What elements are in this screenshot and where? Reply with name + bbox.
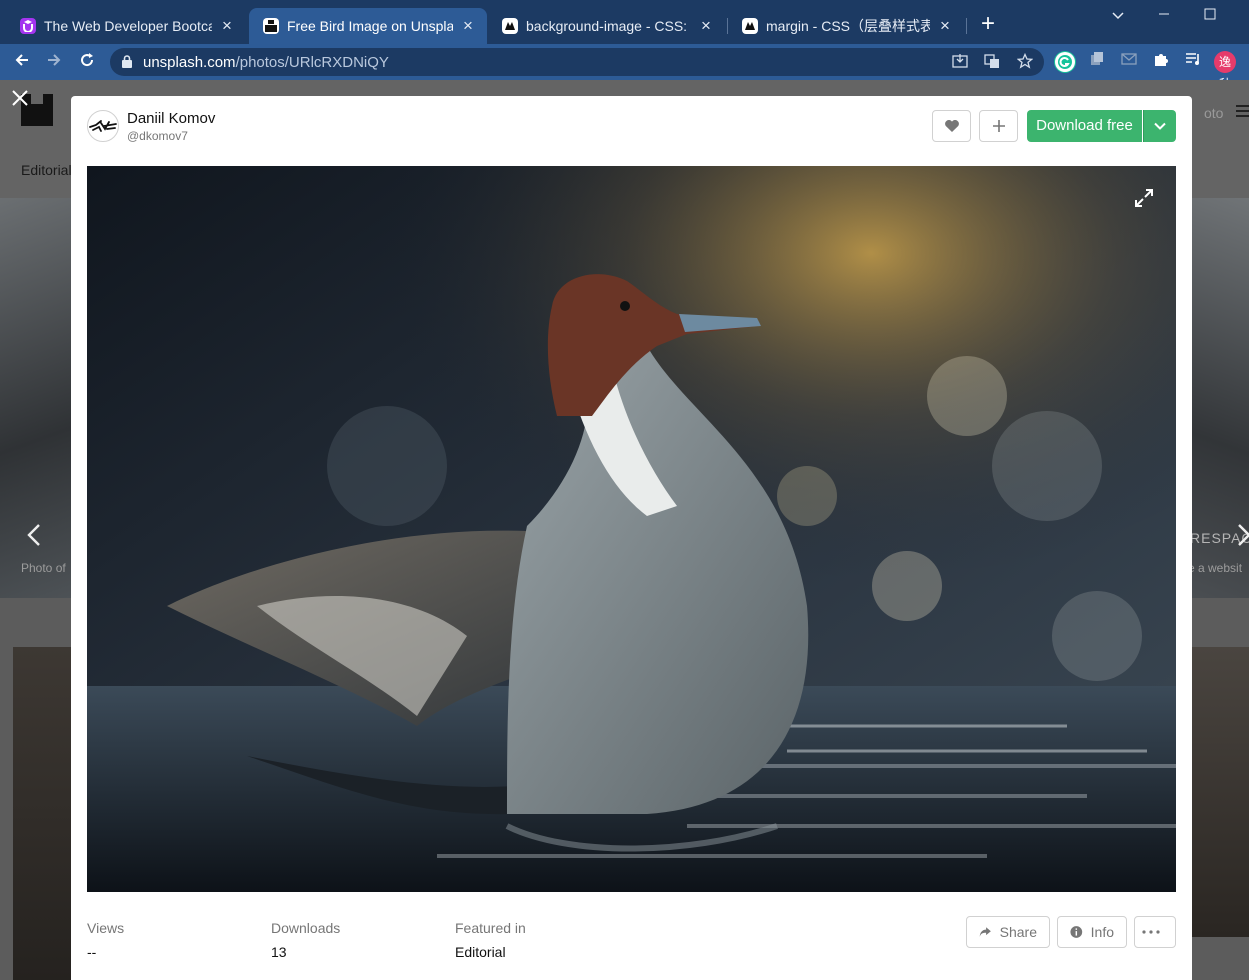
- mdn-icon: [742, 18, 758, 34]
- photo-image[interactable]: [87, 166, 1176, 892]
- pintail-duck-photo: [87, 166, 1176, 892]
- browser-toolbar: unsplash.com/photos/URlcRXDNiQY 逸秋: [0, 44, 1249, 91]
- tab-web-developer-bootcamp[interactable]: The Web Developer Bootcamp ×: [6, 8, 246, 44]
- tab-margin-mdn[interactable]: margin - CSS（层叠样式表）| M ×: [728, 8, 964, 44]
- stat-label: Downloads: [271, 920, 341, 936]
- url-host: unsplash.com: [143, 54, 236, 71]
- close-modal-icon[interactable]: [9, 88, 31, 110]
- stat-value: 13: [271, 944, 287, 960]
- nav-item-editorial: Editorial: [21, 162, 72, 178]
- stat-value: --: [87, 944, 97, 960]
- plus-icon: [992, 120, 1005, 132]
- share-label: Share: [999, 924, 1037, 940]
- add-to-collection-button[interactable]: [979, 110, 1018, 142]
- stat-downloads: Downloads 13: [271, 920, 340, 960]
- url-path: /photos/URlcRXDNiQY: [235, 54, 389, 71]
- stat-featured-in: Featured in Editorial: [455, 920, 526, 960]
- profile-avatar[interactable]: 逸秋: [1214, 51, 1236, 91]
- reading-list-icon[interactable]: [1182, 51, 1204, 73]
- extension-copy-icon[interactable]: [1086, 51, 1108, 73]
- udemy-icon: [20, 18, 36, 34]
- lock-icon: [122, 55, 132, 68]
- tab-close-icon[interactable]: ×: [936, 17, 954, 35]
- grammarly-icon[interactable]: [1054, 51, 1076, 73]
- tab-close-icon[interactable]: ×: [459, 17, 477, 35]
- browser-tab-strip: The Web Developer Bootcamp × Free Bird I…: [0, 0, 1249, 44]
- tab-free-bird-image[interactable]: Free Bird Image on Unsplash ×: [249, 8, 487, 44]
- background-caption-right: e a websit: [1188, 561, 1243, 575]
- share-icon: [979, 927, 991, 937]
- info-icon: [1070, 926, 1083, 938]
- chevron-down-icon: [1154, 122, 1166, 130]
- translate-icon[interactable]: [983, 53, 1001, 71]
- address-bar[interactable]: unsplash.com/photos/URlcRXDNiQY: [110, 48, 1044, 76]
- menu-icon: [1236, 104, 1249, 120]
- author-block[interactable]: Daniil Komov @dkomov7: [87, 108, 215, 144]
- expand-icon[interactable]: [1134, 188, 1154, 208]
- featured-in-link[interactable]: Editorial: [455, 944, 526, 960]
- tab-close-icon[interactable]: ×: [697, 17, 715, 35]
- stat-label: Featured in: [455, 920, 526, 936]
- stat-views: Views --: [87, 920, 124, 960]
- extension-mail-icon[interactable]: [1118, 51, 1140, 73]
- more-icon: [1142, 930, 1160, 934]
- reload-button[interactable]: [75, 50, 99, 74]
- more-actions-button[interactable]: [1134, 916, 1176, 948]
- tab-background-image-mdn[interactable]: background-image - CSS: Casc ×: [488, 8, 725, 44]
- photo-modal: Daniil Komov @dkomov7 Download free View…: [71, 96, 1192, 980]
- tab-title: Free Bird Image on Unsplash: [287, 18, 453, 34]
- tab-title: background-image - CSS: Casc: [526, 18, 691, 34]
- tab-title: margin - CSS（层叠样式表）| M: [766, 18, 930, 34]
- forward-button[interactable]: [42, 50, 66, 74]
- heart-icon: [944, 120, 959, 132]
- background-header-text: oto: [1204, 105, 1224, 121]
- background-caption-left: Photo of: [21, 561, 66, 575]
- mdn-icon: [502, 18, 518, 34]
- download-free-button[interactable]: Download free: [1027, 110, 1142, 142]
- tab-close-icon[interactable]: ×: [218, 17, 236, 35]
- back-button[interactable]: [10, 50, 34, 74]
- author-handle[interactable]: @dkomov7: [127, 129, 215, 143]
- next-photo-arrow-icon[interactable]: [1232, 516, 1249, 556]
- info-button[interactable]: Info: [1057, 916, 1127, 948]
- install-app-icon[interactable]: [951, 53, 969, 71]
- background-photo-tile: [13, 647, 72, 980]
- tab-separator: [966, 18, 967, 34]
- minimize-button[interactable]: [1141, 2, 1187, 30]
- url-text: unsplash.com/photos/URlcRXDNiQY: [143, 54, 389, 71]
- info-label: Info: [1090, 924, 1114, 940]
- extensions-puzzle-icon[interactable]: [1150, 51, 1172, 73]
- previous-photo-arrow-icon[interactable]: [22, 516, 46, 556]
- stat-label: Views: [87, 920, 125, 936]
- download-options-button[interactable]: [1143, 110, 1176, 142]
- tab-search-icon[interactable]: [1095, 2, 1141, 30]
- new-tab-button[interactable]: +: [976, 12, 1000, 36]
- like-button[interactable]: [932, 110, 971, 142]
- bookmark-star-icon[interactable]: [1016, 52, 1034, 71]
- author-name[interactable]: Daniil Komov: [127, 110, 215, 127]
- unsplash-icon: [263, 18, 279, 34]
- share-button[interactable]: Share: [966, 916, 1050, 948]
- maximize-button[interactable]: [1187, 2, 1233, 30]
- author-avatar[interactable]: [87, 110, 119, 142]
- tab-title: The Web Developer Bootcamp: [44, 18, 212, 34]
